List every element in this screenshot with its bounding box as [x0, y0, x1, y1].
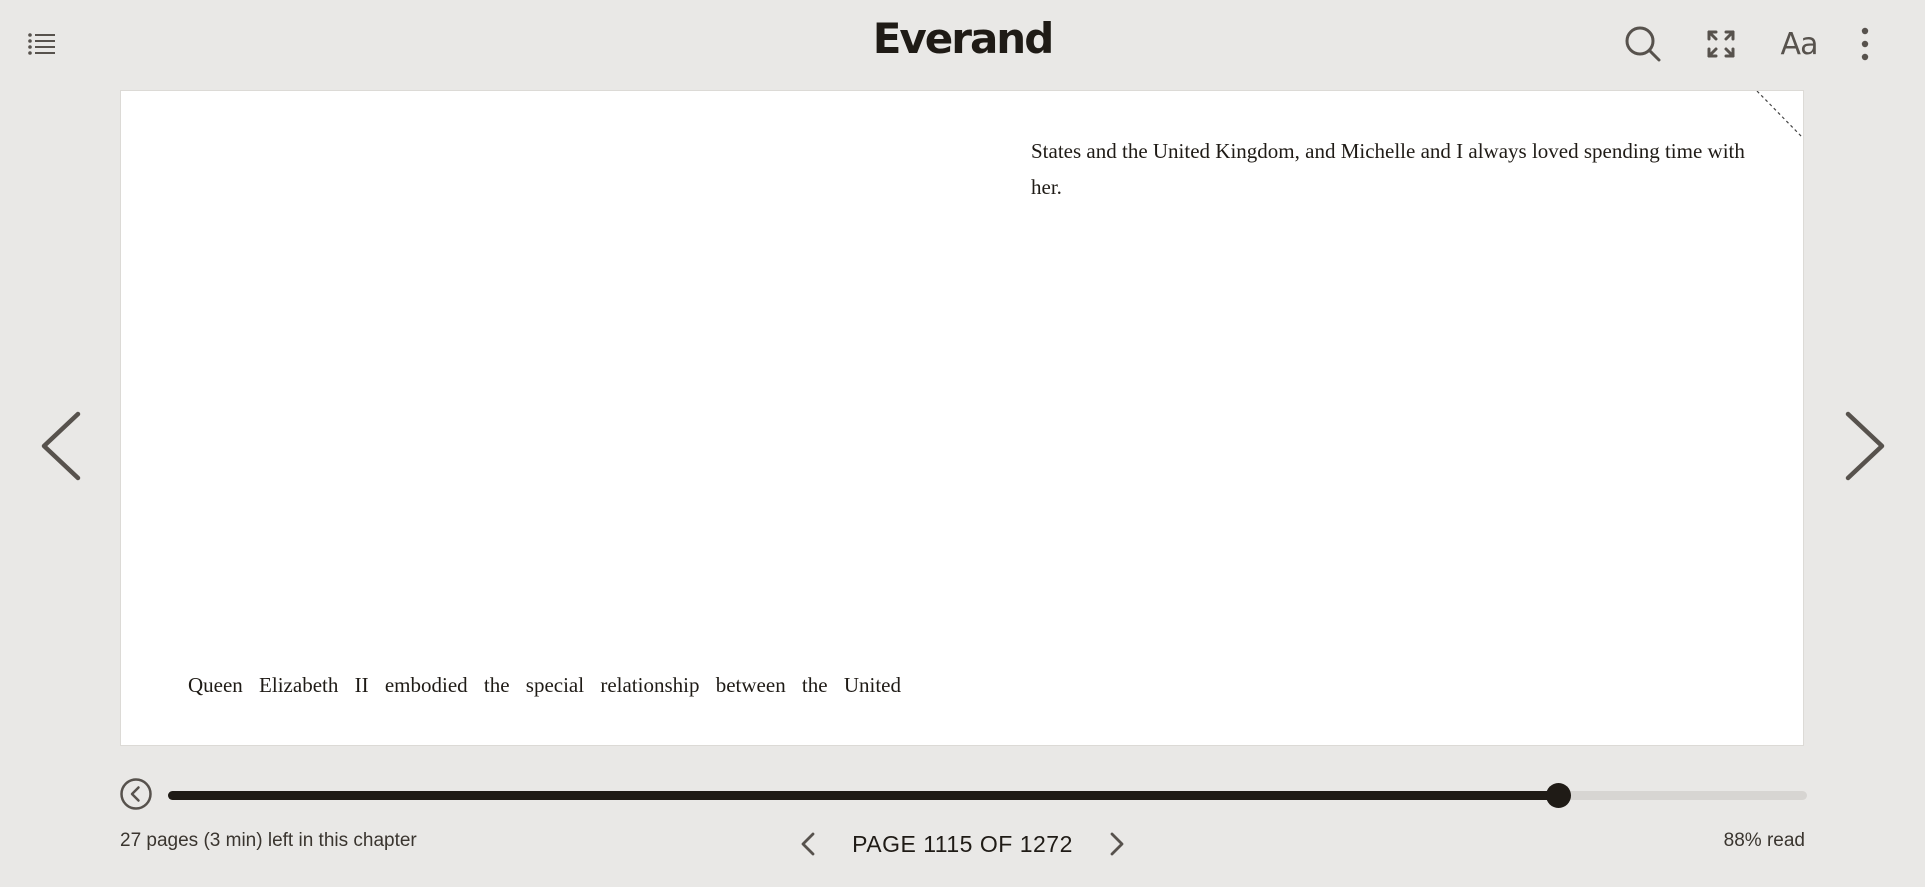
page-back-button[interactable] [790, 822, 826, 866]
chevron-right-icon [1845, 411, 1885, 481]
search-icon [1625, 26, 1661, 62]
more-options-button[interactable] [1843, 22, 1887, 66]
right-page-text: States and the United Kingdom, and Miche… [1031, 139, 1745, 199]
left-page-text: Queen Elizabeth II embodied the special … [188, 673, 901, 697]
book-page[interactable]: States and the United Kingdom, and Miche… [120, 90, 1804, 746]
next-page-button[interactable] [1836, 404, 1896, 488]
top-bar: Everand Aa [0, 0, 1925, 88]
page-indicator: PAGE 1115 OF 1272 [852, 830, 1073, 857]
progress-fill [168, 791, 1558, 800]
page-navigator: PAGE 1115 OF 1272 [790, 822, 1135, 866]
chevron-left-icon [41, 411, 81, 481]
chevron-left-icon [801, 832, 815, 856]
font-settings-button[interactable]: Aa [1777, 22, 1821, 66]
return-to-position-button[interactable] [119, 777, 153, 811]
font-settings-icon: Aa [1780, 26, 1819, 62]
search-button[interactable] [1621, 22, 1665, 66]
chapter-remaining-text: 27 pages (3 min) left in this chapter [120, 830, 417, 851]
percent-read: 88% read [1723, 830, 1805, 851]
previous-page-button[interactable] [30, 404, 90, 488]
bookmark-corner-icon[interactable] [1755, 91, 1803, 139]
circle-chevron-left-icon [120, 778, 152, 810]
expand-icon [1707, 30, 1735, 58]
fullscreen-button[interactable] [1699, 22, 1743, 66]
page-forward-button[interactable] [1099, 822, 1135, 866]
progress-handle[interactable] [1545, 783, 1571, 808]
reader-app: Everand Aa States and the United Kingdom… [0, 0, 1925, 887]
chevron-right-icon [1110, 832, 1124, 856]
reading-progress-slider[interactable] [168, 783, 1807, 808]
more-vertical-icon [1861, 27, 1869, 61]
